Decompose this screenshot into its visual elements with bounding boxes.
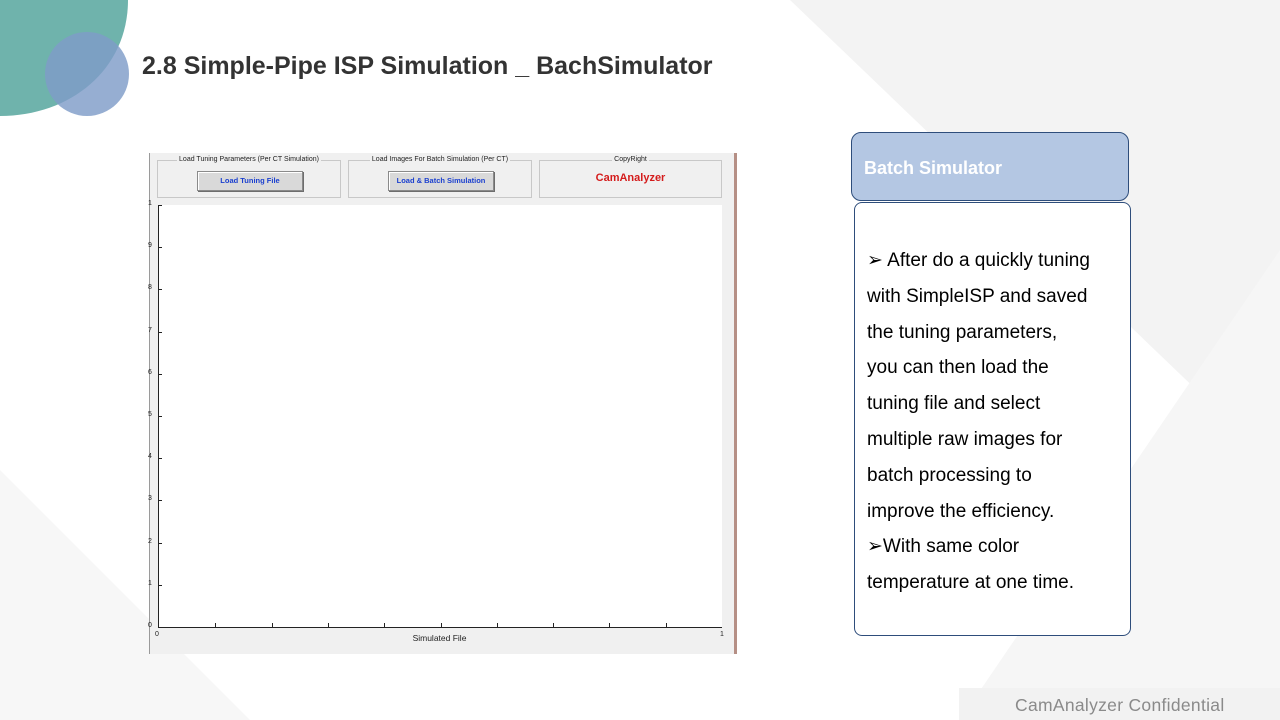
panel-line: tuning file and select <box>867 393 1041 415</box>
batch-images-group-label: Load Images For Batch Simulation (Per CT… <box>369 156 511 163</box>
y-tick-label: 5 <box>148 411 152 418</box>
copyright-group: CopyRight CamAnalyzer <box>539 156 722 198</box>
y-tick-label: 1 <box>148 200 152 207</box>
y-tick <box>158 205 162 206</box>
y-tick <box>158 458 162 459</box>
y-tick-label: 4 <box>148 453 152 460</box>
y-tick-label: 7 <box>148 327 152 334</box>
y-tick-label: 8 <box>148 284 152 291</box>
tuning-params-group-label: Load Tuning Parameters (Per CT Simulatio… <box>177 156 321 163</box>
panel-line: ➢ After do a quickly tuning <box>867 250 1090 271</box>
y-tick-label: 3 <box>148 495 152 502</box>
tuning-params-group: Load Tuning Parameters (Per CT Simulatio… <box>157 156 341 198</box>
x-tick <box>553 623 554 627</box>
y-tick <box>158 247 162 248</box>
panel-header: Batch Simulator <box>851 132 1129 201</box>
blue-circle-shape <box>45 32 129 116</box>
y-tick <box>158 416 162 417</box>
x-tick <box>384 623 385 627</box>
y-tick <box>158 332 162 333</box>
panel-line: batch processing to <box>867 464 1032 486</box>
plot-x-axis-label: Simulated File <box>412 633 467 643</box>
panel-description: ➢ After do a quickly tuning with SimpleIS… <box>867 243 1125 601</box>
panel-line: multiple raw images for <box>867 428 1063 450</box>
y-tick <box>158 543 162 544</box>
batch-images-group: Load Images For Batch Simulation (Per CT… <box>348 156 532 198</box>
y-tick-label: 1 <box>148 580 152 587</box>
x-tick <box>497 623 498 627</box>
x-tick <box>328 623 329 627</box>
y-tick <box>158 289 162 290</box>
panel-line: the tuning parameters, <box>867 321 1058 343</box>
panel-body: ➢ After do a quickly tuning with SimpleIS… <box>854 202 1131 636</box>
y-tick <box>158 627 162 628</box>
brand-name: CamAnalyzer <box>595 172 666 184</box>
simulation-plot-area <box>158 205 722 628</box>
footer-text: CamAnalyzer Confidential <box>1015 695 1225 715</box>
y-tick-label: 6 <box>148 369 152 376</box>
y-tick <box>158 585 162 586</box>
panel-line: improve the efficiency. <box>867 500 1055 522</box>
y-tick <box>158 374 162 375</box>
panel-line: you can then load the <box>867 357 1049 379</box>
x-tick <box>666 623 667 627</box>
y-tick-label: 9 <box>148 242 152 249</box>
panel-line: ➢With same color <box>867 536 1020 558</box>
panel-line: with SimpleISP and saved <box>867 285 1088 307</box>
panel-header-title: Batch Simulator <box>864 158 1003 178</box>
y-tick <box>158 500 162 501</box>
x-tick <box>441 623 442 627</box>
slide-title: 2.8 Simple-Pipe ISP Simulation _ BachSim… <box>142 52 713 80</box>
x-tick-label-start: 0 <box>155 631 159 638</box>
load-tuning-file-button[interactable]: Load Tuning File <box>197 171 303 191</box>
panel-line: temperature at one time. <box>867 572 1074 594</box>
y-tick-label: 2 <box>148 538 152 545</box>
load-batch-simulation-button[interactable]: Load & Batch Simulation <box>388 171 494 191</box>
x-tick-label-end: 1 <box>720 631 724 638</box>
x-tick <box>609 623 610 627</box>
footer-bar: CamAnalyzer Confidential <box>959 688 1280 720</box>
x-tick <box>215 623 216 627</box>
copyright-group-label: CopyRight <box>612 156 649 163</box>
x-tick <box>272 623 273 627</box>
